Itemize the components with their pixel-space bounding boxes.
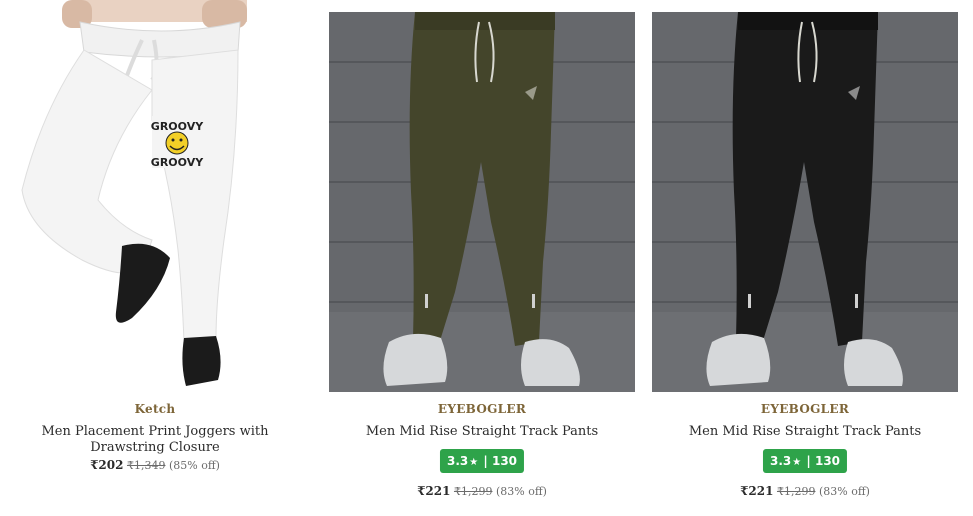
rating-badge: 3.3★ | 130 <box>439 449 525 473</box>
rating-count: 130 <box>814 454 841 468</box>
track-pants-olive-illustration <box>329 12 635 392</box>
price-row: ₹221 ₹1,299 (83% off) <box>329 484 635 498</box>
mrp-price: ₹1,299 <box>776 485 816 498</box>
rating-score: 3.3 <box>769 454 792 468</box>
product-grid: GROOVY GROOVY Ketch Men Placement Print … <box>0 0 973 516</box>
product-brand: EYEBOGLER <box>760 402 850 416</box>
svg-text:GROOVY: GROOVY <box>151 156 204 169</box>
track-pants-black-illustration <box>652 12 958 392</box>
rating-badge: 3.3★ | 130 <box>762 449 848 473</box>
star-icon: ★ <box>792 457 802 468</box>
rating-score: 3.3 <box>446 454 469 468</box>
joggers-white-illustration: GROOVY GROOVY <box>2 0 308 392</box>
discount-percent: (83% off) <box>818 485 870 498</box>
selling-price: ₹221 <box>740 484 774 498</box>
product-brand: EYEBOGLER <box>437 402 527 416</box>
product-card-eyebogler-black[interactable]: EYEBOGLER Men Mid Rise Straight Track Pa… <box>652 0 958 516</box>
rating-separator: | <box>483 454 488 468</box>
svg-text:GROOVY: GROOVY <box>151 120 204 133</box>
product-card-ketch-joggers[interactable]: GROOVY GROOVY Ketch Men Placement Print … <box>2 0 308 516</box>
rating-count: 130 <box>491 454 518 468</box>
product-image[interactable]: GROOVY GROOVY <box>2 0 308 392</box>
product-title[interactable]: Men Mid Rise Straight Track Pants <box>662 424 948 440</box>
rating-separator: | <box>806 454 811 468</box>
star-icon: ★ <box>469 457 479 468</box>
price-row: ₹221 ₹1,299 (83% off) <box>652 484 958 498</box>
product-image[interactable] <box>329 12 635 392</box>
product-image[interactable] <box>652 12 958 392</box>
product-title[interactable]: Men Mid Rise Straight Track Pants <box>339 424 625 440</box>
discount-percent: (83% off) <box>495 485 547 498</box>
product-title[interactable]: Men Placement Print Joggers with Drawstr… <box>12 424 298 456</box>
selling-price: ₹202 <box>90 458 124 472</box>
product-brand: Ketch <box>134 402 176 416</box>
discount-percent: (85% off) <box>168 459 220 472</box>
mrp-price: ₹1,299 <box>453 485 493 498</box>
product-card-eyebogler-olive[interactable]: EYEBOGLER Men Mid Rise Straight Track Pa… <box>329 0 635 516</box>
price-row: ₹202 ₹1,349 (85% off) <box>2 458 308 472</box>
mrp-price: ₹1,349 <box>126 459 166 472</box>
selling-price: ₹221 <box>417 484 451 498</box>
